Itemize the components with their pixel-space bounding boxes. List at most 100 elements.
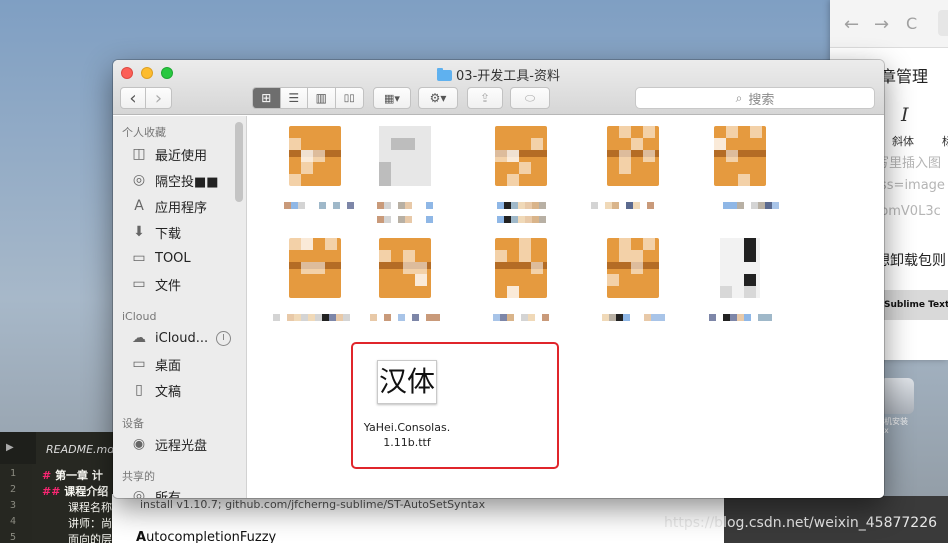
name-pixel <box>531 202 539 209</box>
name-pixel <box>636 314 644 321</box>
file-name-blurred <box>350 202 460 210</box>
pixel-block <box>495 150 507 162</box>
sidebar-item-tool[interactable]: ▭ TOOL <box>129 247 190 269</box>
file-item[interactable] <box>685 238 795 322</box>
name-pixel <box>750 314 758 321</box>
search-field[interactable]: ⌕ 搜索 <box>635 87 875 109</box>
file-item[interactable] <box>466 126 576 224</box>
file-item[interactable] <box>578 238 688 322</box>
name-pixel <box>500 314 507 321</box>
name-pixel <box>276 202 284 209</box>
tags-button[interactable]: ⬭ <box>510 87 550 109</box>
name-pixel <box>332 202 340 209</box>
pixel-block <box>714 138 726 150</box>
italic-icon[interactable]: I <box>901 104 909 126</box>
name-pixel <box>336 314 343 321</box>
gallery-view-button[interactable]: ▯▯ <box>336 88 363 108</box>
sidebar-item-recents[interactable]: ◫ 最近使用 <box>129 143 207 165</box>
name-pixel <box>736 314 744 321</box>
column-view-button[interactable]: ▥ <box>308 88 336 108</box>
file-name-blurred <box>685 202 795 210</box>
pixel-block <box>403 138 415 150</box>
name-pixel <box>419 202 426 209</box>
sidebar-scrollbar[interactable] <box>235 122 243 202</box>
airdrop-icon: ◎ <box>132 172 146 188</box>
file-item[interactable] <box>350 238 460 322</box>
forward-button[interactable]: › <box>146 88 171 108</box>
arrange-button[interactable]: ▦▾ <box>373 87 411 109</box>
share-button[interactable]: ⇪ <box>467 87 503 109</box>
sidebar-toggle-icon[interactable]: ▶ <box>6 442 14 453</box>
sidebar-item-files[interactable]: ▭ 文件 <box>129 273 181 295</box>
desktop-icon: ▭ <box>132 356 146 372</box>
name-pixel <box>419 314 426 321</box>
file-name-blurred <box>466 216 576 224</box>
font-file-name: YaHei.Consolas. 1.11b.ttf <box>352 420 462 450</box>
name-pixel <box>315 314 322 321</box>
folder-icon: ▭ <box>132 250 146 266</box>
file-item[interactable] <box>578 126 688 210</box>
sidebar-item-label: 远程光盘 <box>155 438 208 454</box>
name-pixel <box>514 314 521 321</box>
sidebar-item-documents[interactable]: ▯ 文稿 <box>129 379 181 401</box>
file-name-blurred <box>578 202 688 210</box>
name-pixel <box>722 202 730 209</box>
name-pixel <box>370 314 377 321</box>
name-pixel <box>757 314 765 321</box>
back-button[interactable]: ‹ <box>121 88 147 108</box>
font-file-item[interactable]: 汉体 YaHei.Consolas. 1.11b.ttf <box>352 360 462 450</box>
name-pixel <box>273 314 280 321</box>
file-item[interactable] <box>466 238 576 322</box>
pixel-block <box>289 174 301 186</box>
pixel-block <box>519 238 531 250</box>
name-pixel <box>538 202 546 209</box>
archive-file-icon <box>607 126 659 186</box>
name-pixel <box>647 202 654 209</box>
name-pixel <box>405 202 412 209</box>
name-pixel <box>517 216 525 223</box>
sidebar-item-applications[interactable]: A 应用程序 <box>129 195 207 217</box>
icon-view-button[interactable]: ⊞ <box>253 88 281 108</box>
sidebar-item-downloads[interactable]: ⬇ 下载 <box>129 221 181 243</box>
name-pixel <box>542 314 549 321</box>
code-line: ## 课程介绍 <box>42 485 109 498</box>
sublime-text-label: Sublime Text <box>884 300 948 310</box>
package-control-panel: install v1.10.7; github.com/jfcherng-sub… <box>112 494 732 543</box>
line-number: 3 <box>10 500 17 511</box>
name-pixel <box>290 202 298 209</box>
package-name[interactable]: AutocompletionFuzzy <box>136 530 276 543</box>
pixel-block <box>607 274 619 286</box>
line-number: 5 <box>10 532 17 543</box>
sidebar-item-remote-disc[interactable]: ◉ 远程光盘 <box>129 433 207 455</box>
sidebar-item-all[interactable]: ◎ 所有 <box>129 485 181 498</box>
name-pixel <box>283 202 291 209</box>
name-pixel <box>605 202 612 209</box>
name-pixel <box>426 314 433 321</box>
file-item[interactable] <box>685 126 795 210</box>
action-gear-button[interactable]: ⚙▾ <box>418 87 458 109</box>
name-pixel <box>377 216 384 223</box>
name-pixel <box>668 202 675 209</box>
pixel-block <box>643 126 655 138</box>
pixel-block <box>325 238 337 250</box>
list-view-button[interactable]: ☰ <box>281 88 308 108</box>
sidebar-item-icloud-drive[interactable]: ☁ iCloud... <box>129 327 232 349</box>
file-name-blurred <box>578 314 688 322</box>
package-name-rest: utocompletionFuzzy <box>146 530 277 543</box>
favorites-header: 个人收藏 <box>122 126 166 139</box>
sidebar-item-airdrop[interactable]: ◎ 隔空投■■ <box>129 169 219 191</box>
file-item[interactable] <box>350 126 460 224</box>
document-icon: ▯ <box>135 382 143 398</box>
pixel-block <box>631 262 643 274</box>
sidebar-item-desktop[interactable]: ▭ 桌面 <box>129 353 181 375</box>
pixel-block <box>289 238 301 250</box>
name-pixel <box>764 202 772 209</box>
app-icon[interactable] <box>880 378 914 414</box>
name-pixel <box>294 314 301 321</box>
network-icon: ◎ <box>132 488 146 498</box>
disc-icon: ◉ <box>132 436 146 452</box>
code-text: 第一章 计 <box>55 469 103 482</box>
name-pixel <box>538 216 546 223</box>
file-icon-band <box>714 150 766 157</box>
pixel-block <box>726 126 738 138</box>
